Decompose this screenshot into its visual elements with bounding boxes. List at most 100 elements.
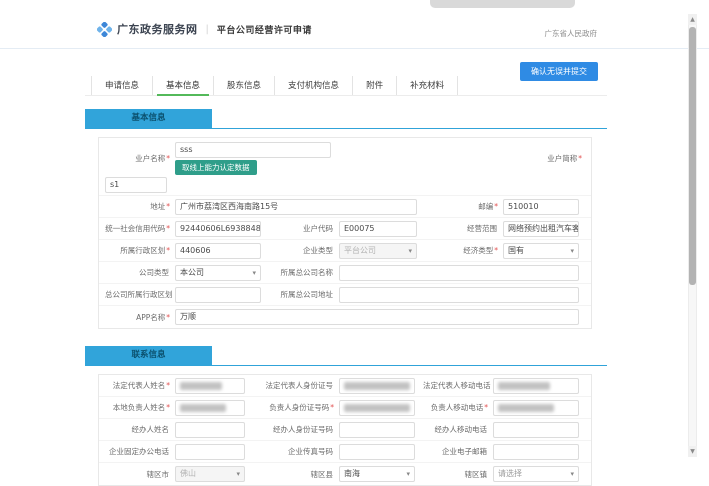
postcode-label: 邮编 bbox=[478, 202, 493, 211]
site-header: 广东政务服务网 | 平台公司经营许可申请 广东省人民政府 bbox=[0, 13, 709, 49]
econ-type-label: 经济类型 bbox=[463, 246, 493, 255]
basic-info-form: 业户名称* sss 取线上能力认定数据 业户简称* s1 地址* 广州市荔湾区西… bbox=[98, 137, 592, 329]
app-name-label: APP名称 bbox=[136, 313, 165, 322]
tab-shareholder-info[interactable]: 股东信息 bbox=[213, 76, 274, 95]
tab-attachments[interactable]: 附件 bbox=[352, 76, 396, 95]
vertical-scrollbar-thumb[interactable] bbox=[689, 27, 696, 285]
county-label: 辖区县 bbox=[311, 470, 334, 479]
tab-apply-info[interactable]: 申请信息 bbox=[91, 76, 152, 95]
fax-label: 企业传真号码 bbox=[288, 447, 333, 456]
redacted-value bbox=[180, 404, 226, 412]
tab-payment-org-info[interactable]: 支付机构信息 bbox=[274, 76, 352, 95]
address-label: 地址 bbox=[150, 202, 165, 211]
scope-input[interactable]: 网络预约出租汽车客 bbox=[503, 221, 579, 237]
contact-info-form: 法定代表人姓名* 法定代表人身份证号 法定代表人移动电话 本地负责人姓名* 负责… bbox=[98, 374, 592, 486]
company-type-label: 公司类型 bbox=[139, 268, 169, 277]
city-label: 辖区市 bbox=[147, 470, 170, 479]
gov-portal-link[interactable]: 广东省人民政府 bbox=[545, 28, 598, 39]
hq-division-label: 总公司所属行政区划 bbox=[105, 290, 173, 299]
form-row: 所属行政区划* 440606 企业类型 平台公司 经济类型* 国有 bbox=[99, 240, 591, 262]
form-row: 辖区市 佛山 辖区县 南海 辖区镇 请选择 bbox=[99, 463, 591, 485]
resp-id-input[interactable] bbox=[339, 400, 415, 416]
agent-phone-input[interactable] bbox=[493, 422, 579, 438]
local-name-label: 本地负责人姓名 bbox=[113, 403, 166, 412]
hq-address-input[interactable] bbox=[339, 287, 579, 303]
redacted-value bbox=[344, 382, 410, 390]
credit-code-label: 统一社会信用代码 bbox=[105, 224, 165, 233]
postcode-input[interactable]: 510010 bbox=[503, 199, 579, 215]
agent-name-label: 经办人姓名 bbox=[132, 425, 170, 434]
form-row: 统一社会信用代码* 92440606L6938848 业户代码 E00075 经… bbox=[99, 218, 591, 240]
fetch-online-capability-button[interactable]: 取线上能力认定数据 bbox=[175, 160, 257, 175]
office-phone-label: 企业固定办公电话 bbox=[109, 447, 169, 456]
form-row: 经办人姓名 经办人身份证号码 经办人移动电话 bbox=[99, 419, 591, 441]
form-row: APP名称* 万顺 bbox=[99, 306, 591, 328]
agent-phone-label: 经办人移动电话 bbox=[435, 425, 488, 434]
form-row: 公司类型 本公司 所属总公司名称 bbox=[99, 262, 591, 284]
agent-id-label: 经办人身份证号码 bbox=[273, 425, 333, 434]
econ-type-select[interactable]: 国有 bbox=[503, 243, 579, 259]
hq-address-label: 所属总公司地址 bbox=[281, 290, 334, 299]
legal-id-input[interactable] bbox=[339, 378, 415, 394]
address-input[interactable]: 广州市荔湾区西海南路15号 bbox=[175, 199, 417, 215]
hq-name-input[interactable] bbox=[339, 265, 579, 281]
town-label: 辖区镇 bbox=[465, 470, 488, 479]
contact-info-section-header: 联系信息 bbox=[85, 342, 607, 366]
form-row: 地址* 广州市荔湾区西海南路15号 邮编* 510010 bbox=[99, 196, 591, 218]
yehu-name-input[interactable]: sss bbox=[175, 142, 331, 158]
resp-id-label: 负责人身份证号码 bbox=[269, 403, 329, 412]
credit-code-input[interactable]: 92440606L6938848 bbox=[175, 221, 261, 237]
yehu-short-input[interactable]: s1 bbox=[105, 177, 167, 193]
form-row: 本地负责人姓名* 负责人身份证号码* 负责人移动电话* bbox=[99, 397, 591, 419]
local-name-input[interactable] bbox=[175, 400, 245, 416]
yehu-code-input[interactable]: E00075 bbox=[339, 221, 417, 237]
redacted-value bbox=[498, 404, 554, 412]
redacted-value bbox=[498, 382, 550, 390]
gdzwfw-logo-icon bbox=[97, 22, 112, 37]
ent-type-select: 平台公司 bbox=[339, 243, 417, 259]
fax-input[interactable] bbox=[339, 444, 415, 460]
yehu-name-label: 业户名称 bbox=[135, 154, 165, 163]
scrollbar-up-arrow-icon[interactable] bbox=[688, 14, 697, 25]
legal-phone-label: 法定代表人移动电话 bbox=[423, 381, 491, 390]
form-row: 业户名称* sss 取线上能力认定数据 业户简称* s1 bbox=[99, 138, 591, 196]
page-title: 平台公司经营许可申请 bbox=[217, 23, 312, 36]
resp-phone-label: 负责人移动电话 bbox=[431, 403, 484, 412]
legal-name-label: 法定代表人姓名 bbox=[113, 381, 166, 390]
email-input[interactable] bbox=[493, 444, 579, 460]
brand-name: 广东政务服务网 bbox=[117, 21, 198, 37]
tab-basic-info[interactable]: 基本信息 bbox=[152, 76, 213, 95]
redacted-value bbox=[344, 404, 410, 412]
yehu-short-label: 业户简称 bbox=[547, 154, 577, 163]
top-notch-decoration bbox=[430, 0, 575, 8]
form-row: 总公司所属行政区划 所属总公司地址 bbox=[99, 284, 591, 306]
scrollbar-down-arrow-icon[interactable] bbox=[688, 446, 697, 457]
hq-division-input[interactable] bbox=[175, 287, 261, 303]
agent-id-input[interactable] bbox=[339, 422, 415, 438]
office-phone-input[interactable] bbox=[175, 444, 245, 460]
ent-type-label: 企业类型 bbox=[303, 246, 333, 255]
division-label: 所属行政区划 bbox=[120, 246, 165, 255]
form-panel: 确认无误并提交 申请信息 基本信息 股东信息 支付机构信息 附件 补充材料 基本… bbox=[85, 49, 607, 486]
town-select[interactable]: 请选择 bbox=[493, 466, 579, 482]
legal-id-label: 法定代表人身份证号 bbox=[266, 381, 334, 390]
tab-supplementary[interactable]: 补充材料 bbox=[396, 76, 458, 95]
app-name-input[interactable]: 万顺 bbox=[175, 309, 579, 325]
form-row: 法定代表人姓名* 法定代表人身份证号 法定代表人移动电话 bbox=[99, 375, 591, 397]
yehu-code-label: 业户代码 bbox=[303, 224, 333, 233]
legal-phone-input[interactable] bbox=[493, 378, 579, 394]
city-select: 佛山 bbox=[175, 466, 245, 482]
form-row: 企业固定办公电话 企业传真号码 企业电子邮箱 bbox=[99, 441, 591, 463]
form-tabs: 申请信息 基本信息 股东信息 支付机构信息 附件 补充材料 bbox=[85, 79, 607, 96]
header-separator: | bbox=[206, 24, 209, 35]
county-select[interactable]: 南海 bbox=[339, 466, 415, 482]
legal-name-input[interactable] bbox=[175, 378, 245, 394]
resp-phone-input[interactable] bbox=[493, 400, 579, 416]
hq-name-label: 所属总公司名称 bbox=[281, 268, 334, 277]
agent-name-input[interactable] bbox=[175, 422, 245, 438]
email-label: 企业电子邮箱 bbox=[442, 447, 487, 456]
confirm-submit-button[interactable]: 确认无误并提交 bbox=[520, 62, 598, 81]
company-type-select[interactable]: 本公司 bbox=[175, 265, 261, 281]
division-input[interactable]: 440606 bbox=[175, 243, 261, 259]
basic-info-section-header: 基本信息 bbox=[85, 105, 607, 129]
